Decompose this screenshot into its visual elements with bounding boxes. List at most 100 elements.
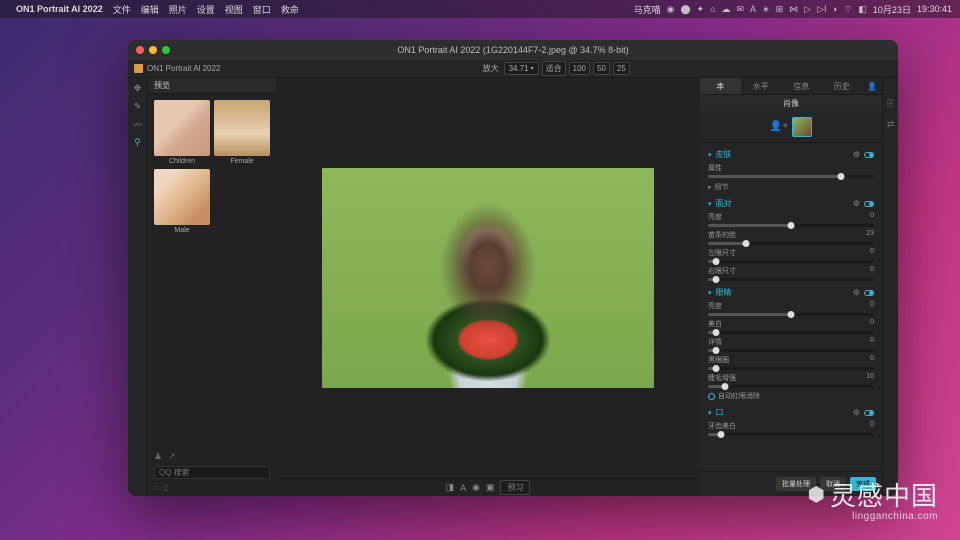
slider-track[interactable] bbox=[708, 260, 874, 263]
preview-button[interactable]: 预习 bbox=[500, 480, 530, 495]
gear-icon[interactable]: ⚙ bbox=[853, 288, 860, 297]
menu-file[interactable]: 文件 bbox=[113, 3, 131, 16]
toggle-icon[interactable] bbox=[864, 290, 874, 296]
zoom-dropdown[interactable]: 34.71▾ bbox=[504, 62, 539, 75]
menu-edit[interactable]: 编辑 bbox=[141, 3, 159, 16]
face-tool-icon[interactable]: ⚲ bbox=[132, 136, 144, 148]
toggle-icon[interactable] bbox=[864, 410, 874, 416]
status-icon-2[interactable]: ✦ bbox=[697, 4, 705, 15]
slider-track[interactable] bbox=[708, 242, 874, 245]
slider-track[interactable] bbox=[708, 367, 874, 370]
face-thumb-1[interactable] bbox=[792, 117, 812, 137]
checkbox-row[interactable]: 自动红眼消除 bbox=[708, 391, 874, 401]
export-tool-icon[interactable]: ⎘ bbox=[887, 98, 894, 109]
grid-icon[interactable]: ▭ bbox=[154, 483, 162, 492]
slider-knob[interactable] bbox=[713, 329, 720, 336]
next-icon[interactable]: ▷I bbox=[817, 4, 826, 15]
menu-help[interactable]: 救命 bbox=[281, 3, 299, 16]
status-icon-1[interactable]: ⬤ bbox=[680, 4, 690, 15]
compare-icon[interactable]: ◨ bbox=[446, 482, 455, 493]
minimize-button[interactable] bbox=[149, 46, 157, 54]
slider-knob[interactable] bbox=[743, 240, 750, 247]
bluetooth-icon[interactable]: ∗ bbox=[762, 4, 770, 15]
play-icon[interactable]: ▷ bbox=[804, 4, 811, 15]
date[interactable]: 10月23日 bbox=[873, 3, 911, 16]
slider-knob[interactable] bbox=[713, 347, 720, 354]
section-header[interactable]: ▾皮肤⚙ bbox=[708, 149, 874, 160]
tab-local[interactable]: 本 bbox=[700, 78, 741, 94]
preset-tab[interactable]: 预览 bbox=[148, 78, 276, 94]
toggle-icon[interactable] bbox=[864, 152, 874, 158]
grid2-icon[interactable]: ▯ bbox=[164, 483, 168, 492]
slider-knob[interactable] bbox=[721, 383, 728, 390]
titlebar[interactable]: ON1 Portrait AI 2022 (1G220144F7-2.jpeg … bbox=[128, 40, 898, 60]
section-header[interactable]: ▾眼睛⚙ bbox=[708, 287, 874, 298]
slider-track[interactable] bbox=[708, 385, 874, 388]
status-icon-5[interactable]: ⊞ bbox=[776, 4, 784, 15]
status-icon-a[interactable]: A bbox=[750, 4, 756, 14]
slider-track[interactable] bbox=[708, 433, 874, 436]
slider-knob[interactable] bbox=[718, 431, 725, 438]
status-icon-3[interactable]: ⌂ bbox=[710, 4, 715, 14]
slider-knob[interactable] bbox=[788, 222, 795, 229]
zoom-100[interactable]: 100 bbox=[569, 62, 590, 75]
time[interactable]: 19:30:41 bbox=[917, 4, 952, 14]
preset-female[interactable]: Female bbox=[214, 100, 270, 165]
app-menu[interactable]: ON1 Portrait AI 2022 bbox=[16, 4, 103, 14]
maximize-button[interactable] bbox=[162, 46, 170, 54]
status-icon-4[interactable]: ☁ bbox=[722, 4, 731, 15]
tab-info[interactable]: 信息 bbox=[781, 78, 822, 94]
batch-button[interactable]: 批量处理 bbox=[776, 477, 816, 491]
slider-knob[interactable] bbox=[713, 365, 720, 372]
slider-knob[interactable] bbox=[713, 258, 720, 265]
hand-tool-icon[interactable]: ✥ bbox=[132, 82, 144, 94]
tab-level[interactable]: 水平 bbox=[741, 78, 782, 94]
search-input[interactable] bbox=[165, 468, 265, 477]
wifi-icon[interactable]: ⌔ bbox=[844, 4, 852, 15]
gear-icon[interactable]: ⚙ bbox=[853, 199, 860, 208]
control-icon[interactable]: ◧ bbox=[858, 4, 867, 15]
gear-icon[interactable]: ⚙ bbox=[853, 408, 860, 417]
slider-knob[interactable] bbox=[713, 276, 720, 283]
overlay-icon[interactable]: ◉ bbox=[472, 482, 480, 493]
slider-track[interactable] bbox=[708, 313, 874, 316]
preset-children[interactable]: Children bbox=[154, 100, 210, 165]
slider-track[interactable] bbox=[708, 224, 874, 227]
slider-knob[interactable] bbox=[837, 173, 844, 180]
toggle-icon[interactable] bbox=[864, 201, 874, 207]
sub-expand[interactable]: ▸ 细节 bbox=[708, 182, 874, 192]
cancel-button[interactable]: 取消 bbox=[820, 477, 846, 491]
preset-male[interactable]: Male bbox=[154, 169, 210, 234]
section-header[interactable]: ▾口⚙ bbox=[708, 407, 874, 418]
mask-a-icon[interactable]: A bbox=[460, 483, 466, 493]
softproof-icon[interactable]: ▣ bbox=[486, 482, 495, 493]
brush-tool-icon[interactable]: 〰 bbox=[132, 118, 144, 130]
username[interactable]: 马克喵 bbox=[634, 3, 661, 16]
done-button[interactable]: 完成 bbox=[850, 477, 876, 491]
wand-tool-icon[interactable]: ✎ bbox=[132, 100, 144, 112]
prev-icon[interactable]: ⋈ bbox=[789, 4, 798, 15]
zoom-50[interactable]: 50 bbox=[593, 62, 610, 75]
gear-icon[interactable]: ⚙ bbox=[853, 150, 860, 159]
slider-knob[interactable] bbox=[788, 311, 795, 318]
add-face-icon[interactable]: 👤+ bbox=[770, 121, 788, 132]
section-header[interactable]: ▾面对⚙ bbox=[708, 198, 874, 209]
menu-window[interactable]: 窗口 bbox=[253, 3, 271, 16]
slider-track[interactable] bbox=[708, 331, 874, 334]
image-viewport[interactable] bbox=[276, 78, 700, 478]
person-icon[interactable]: ♟ bbox=[154, 451, 162, 462]
swap-icon[interactable]: ⇄ bbox=[887, 119, 895, 130]
menu-view[interactable]: 视图 bbox=[225, 3, 243, 16]
slider-track[interactable] bbox=[708, 349, 874, 352]
slider-track[interactable] bbox=[708, 175, 874, 178]
close-button[interactable] bbox=[136, 46, 144, 54]
whatsapp-icon[interactable]: ◉ bbox=[667, 4, 675, 15]
zoom-25[interactable]: 25 bbox=[613, 62, 630, 75]
battery-icon[interactable]: ◗ bbox=[833, 4, 838, 14]
wechat-icon[interactable]: ✉ bbox=[737, 4, 745, 15]
user-icon[interactable]: 👤 bbox=[862, 78, 882, 94]
tab-history[interactable]: 历史 bbox=[822, 78, 863, 94]
export-icon[interactable]: ↗ bbox=[168, 451, 176, 462]
menu-photo[interactable]: 照片 bbox=[169, 3, 187, 16]
fit-button[interactable]: 适合 bbox=[542, 61, 566, 76]
